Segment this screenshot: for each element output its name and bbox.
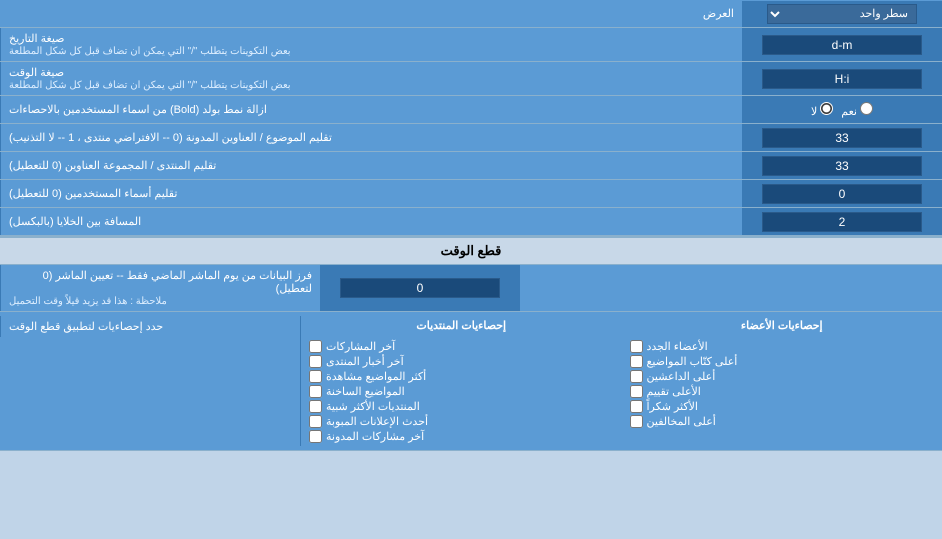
cb-top-rated: الأعلى تقييم: [626, 384, 939, 399]
limit-label: حدد إحصاءيات لتطبيق قطع الوقت: [0, 316, 300, 337]
checkboxes-items-row: آخر المشاركات آخر أخبار المنتدى أكثر الم…: [0, 337, 942, 446]
radio-yes-label: نعم: [841, 102, 873, 118]
cb-recent-ads: أحدث الإعلانات المبوبة: [305, 414, 618, 429]
radio-no-label: لا: [811, 102, 833, 118]
cb-last-posts: آخر المشاركات: [305, 339, 618, 354]
time-format-input-cell: [742, 62, 942, 95]
thread-title-row: تقليم الموضوع / العناوين المدونة (0 -- ا…: [0, 124, 942, 152]
checkboxes-header-row: حدد إحصاءيات لتطبيق قطع الوقت إحصاءيات ا…: [0, 316, 942, 337]
bold-remove-label: ازالة نمط بولد (Bold) من اسماء المستخدمي…: [0, 96, 742, 123]
date-format-label: صيغة التاريخ بعض التكوينات يتطلب "/" الت…: [0, 28, 742, 61]
display-select[interactable]: سطر واحد: [767, 4, 917, 24]
cb-last-news: آخر أخبار المنتدى: [305, 354, 618, 369]
col1-header: إحصاءيات المنتديات: [300, 316, 622, 337]
realtime-filter-input-cell: [320, 265, 520, 311]
checkboxes-items-wrapper: آخر المشاركات آخر أخبار المنتدى أكثر الم…: [300, 337, 942, 446]
date-format-input[interactable]: [762, 35, 922, 55]
cell-spacing-input[interactable]: [762, 212, 922, 232]
cb-most-viewed-input[interactable]: [309, 370, 322, 383]
cb-new-members-input[interactable]: [630, 340, 643, 353]
cb-most-thanked: الأكثر شكراً: [626, 399, 939, 414]
date-format-input-cell: [742, 28, 942, 61]
checkboxes-area: حدد إحصاءيات لتطبيق قطع الوقت إحصاءيات ا…: [0, 312, 942, 451]
username-trim-row: تقليم أسماء المستخدمين (0 للتعطيل): [0, 180, 942, 208]
checkboxes-cols-wrapper: إحصاءيات المنتديات إحصاءيات الأعضاء: [300, 316, 942, 337]
radio-yes[interactable]: [860, 102, 873, 115]
realtime-filter-row: فرز البيانات من يوم الماشر الماضي فقط --…: [0, 265, 942, 312]
cb-similar-forums: المنتديات الأكثر شبية: [305, 399, 618, 414]
realtime-section-header: قطع الوقت: [0, 236, 942, 265]
cb-new-members: الأعضاء الجدد: [626, 339, 939, 354]
checkbox-col1: آخر المشاركات آخر أخبار المنتدى أكثر الم…: [300, 337, 622, 446]
bold-remove-radio-cell: نعم لا: [742, 96, 942, 123]
username-trim-input-cell: [742, 180, 942, 207]
cell-spacing-row: المسافة بين الخلايا (بالبكسل): [0, 208, 942, 236]
main-container: العرض سطر واحد صيغة التاريخ بعض التكوينا…: [0, 0, 942, 451]
cb-last-news-input[interactable]: [309, 355, 322, 368]
forum-title-row: تقليم المنتدى / المجموعة العناوين (0 للت…: [0, 152, 942, 180]
forum-title-input-cell: [742, 152, 942, 179]
cb-top-rated-input[interactable]: [630, 385, 643, 398]
time-format-input[interactable]: [762, 69, 922, 89]
realtime-filter-label: فرز البيانات من يوم الماشر الماضي فقط --…: [0, 265, 320, 311]
username-trim-label: تقليم أسماء المستخدمين (0 للتعطيل): [0, 180, 742, 207]
cb-most-viewed: أكثر المواضيع مشاهدة: [305, 369, 618, 384]
time-format-label: صيغة الوقت بعض التكوينات يتطلب "/" التي …: [0, 62, 742, 95]
realtime-filter-input[interactable]: [340, 278, 500, 298]
cb-noted-participations: آخر مشاركات المدونة: [305, 429, 618, 444]
cb-top-posters: أعلى كتّاب المواضيع: [626, 354, 939, 369]
cb-old-topics: المواضيع الساخنة: [305, 384, 618, 399]
username-trim-input[interactable]: [762, 184, 922, 204]
cell-spacing-label: المسافة بين الخلايا (بالبكسل): [0, 208, 742, 235]
time-format-row: صيغة الوقت بعض التكوينات يتطلب "/" التي …: [0, 62, 942, 96]
cb-noted-participations-input[interactable]: [309, 430, 322, 443]
cb-old-topics-input[interactable]: [309, 385, 322, 398]
cb-top-visitors: أعلى المخالفين: [626, 414, 939, 429]
forum-title-input[interactable]: [762, 156, 922, 176]
cb-top-active: أعلى الداعشين: [626, 369, 939, 384]
cb-top-active-input[interactable]: [630, 370, 643, 383]
thread-title-label: تقليم الموضوع / العناوين المدونة (0 -- ا…: [0, 124, 742, 151]
bold-remove-row: ازالة نمط بولد (Bold) من اسماء المستخدمي…: [0, 96, 942, 124]
cb-recent-ads-input[interactable]: [309, 415, 322, 428]
cell-spacing-input-cell: [742, 208, 942, 235]
radio-no[interactable]: [820, 102, 833, 115]
cb-top-posters-input[interactable]: [630, 355, 643, 368]
checkbox-col2: الأعضاء الجدد أعلى كتّاب المواضيع أعلى ا…: [622, 337, 942, 446]
display-row: العرض سطر واحد: [0, 0, 942, 28]
col2-header: إحصاءيات الأعضاء: [622, 316, 942, 337]
display-select-cell: سطر واحد: [742, 1, 942, 27]
cb-last-posts-input[interactable]: [309, 340, 322, 353]
thread-title-input[interactable]: [762, 128, 922, 148]
display-label: العرض: [0, 3, 742, 24]
forum-title-label: تقليم المنتدى / المجموعة العناوين (0 للت…: [0, 152, 742, 179]
thread-title-input-cell: [742, 124, 942, 151]
date-format-row: صيغة التاريخ بعض التكوينات يتطلب "/" الت…: [0, 28, 942, 62]
cb-most-thanked-input[interactable]: [630, 400, 643, 413]
cb-top-visitors-input[interactable]: [630, 415, 643, 428]
cb-similar-forums-input[interactable]: [309, 400, 322, 413]
